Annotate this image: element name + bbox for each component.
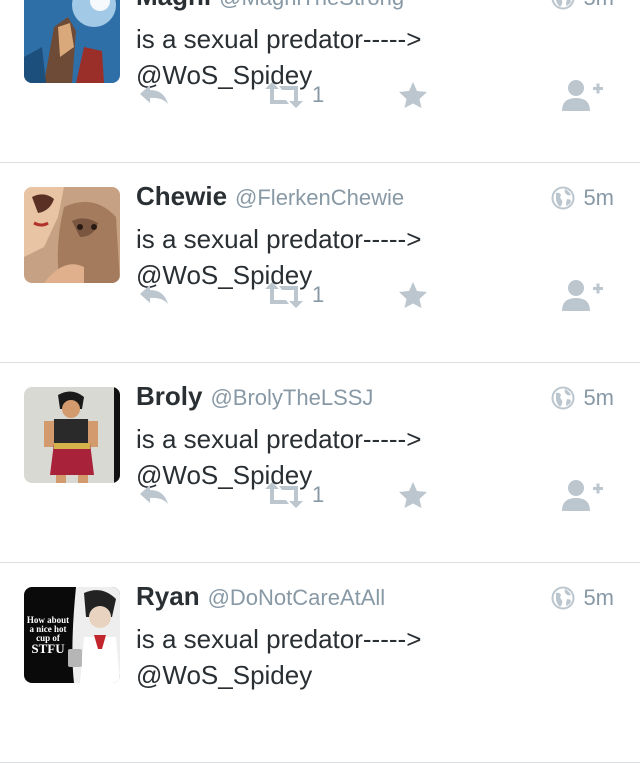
- display-name[interactable]: Chewie: [136, 181, 227, 211]
- follow-button[interactable]: [562, 273, 604, 317]
- tweet-text-line: is a sexual predator----->: [136, 24, 422, 54]
- favorite-star-icon: [399, 82, 427, 108]
- tweet-item[interactable]: Magni @MagniTheStrong 5m is a sexual pred…: [0, 0, 640, 163]
- reply-icon: [140, 85, 168, 104]
- retweet-button[interactable]: 1: [264, 473, 324, 517]
- tweet-text-line: is a sexual predator----->: [136, 424, 422, 454]
- tweet-header: Chewie @FlerkenChewie: [136, 181, 404, 212]
- tweet-actions: 1: [0, 473, 640, 517]
- retweet-count: 1: [312, 482, 325, 507]
- retweet-count: 1: [312, 82, 325, 107]
- follow-button[interactable]: [562, 73, 604, 117]
- favorite-button[interactable]: [398, 473, 428, 517]
- reply-button[interactable]: [138, 73, 170, 117]
- globe-icon: [552, 0, 575, 10]
- reply-button[interactable]: [138, 273, 170, 317]
- user-handle[interactable]: @MagniTheStrong: [219, 0, 404, 10]
- tweet-item[interactable]: Broly @BrolyTheLSSJ 5m is a sexual predat…: [0, 363, 640, 563]
- globe-icon: [551, 386, 575, 410]
- user-handle[interactable]: @DoNotCareAtAll: [208, 585, 386, 610]
- display-name[interactable]: Magni: [136, 0, 211, 11]
- tweet-item[interactable]: Chewie @FlerkenChewie 5m is a sexual pred…: [0, 163, 640, 363]
- user-handle[interactable]: @BrolyTheLSSJ: [210, 385, 373, 410]
- favorite-star-icon: [399, 282, 427, 308]
- favorite-button[interactable]: [398, 73, 428, 117]
- tweet-actions: 1: [0, 273, 640, 317]
- tweet-header: Ryan @DoNotCareAtAll: [136, 581, 385, 612]
- avatar-caption: STFU: [31, 641, 65, 656]
- timeline-feed: Magni @MagniTheStrong 5m is a sexual pred…: [0, 0, 640, 763]
- display-name[interactable]: Broly: [136, 381, 202, 411]
- retweet-icon: [265, 82, 303, 108]
- retweet-button[interactable]: 1: [264, 273, 324, 317]
- follow-user-icon: [562, 280, 603, 311]
- timestamp[interactable]: 5m: [583, 0, 614, 11]
- globe-icon: [551, 186, 575, 210]
- timestamp[interactable]: 5m: [583, 585, 614, 611]
- avatar[interactable]: How about a nice hot cup of STFU: [24, 587, 120, 683]
- retweet-button[interactable]: 1: [264, 73, 324, 117]
- reply-icon: [140, 285, 168, 304]
- timestamp[interactable]: 5m: [583, 185, 614, 211]
- tweet-meta: 5m: [551, 0, 614, 11]
- user-handle[interactable]: @FlerkenChewie: [235, 185, 404, 210]
- tweet-meta: 5m: [551, 585, 614, 611]
- avatar[interactable]: [24, 187, 120, 283]
- follow-button[interactable]: [562, 473, 604, 517]
- tweet-meta: 5m: [551, 385, 614, 411]
- tweet-item[interactable]: How about a nice hot cup of STFU Ryan @Do…: [0, 563, 640, 763]
- mention-link[interactable]: @WoS_Spidey: [136, 657, 606, 693]
- reply-icon: [140, 485, 168, 504]
- tweet-text-line: is a sexual predator----->: [136, 224, 422, 254]
- tweet-text: is a sexual predator-----> @WoS_Spidey: [136, 621, 606, 693]
- retweet-count: 1: [312, 282, 325, 307]
- globe-icon: [551, 586, 575, 610]
- reply-button[interactable]: [138, 473, 170, 517]
- tweet-header: Magni @MagniTheStrong: [136, 0, 404, 12]
- favorite-button[interactable]: [398, 273, 428, 317]
- tweet-actions: 1: [0, 73, 640, 117]
- favorite-star-icon: [399, 482, 427, 508]
- follow-user-icon: [562, 80, 603, 111]
- avatar[interactable]: [24, 387, 120, 483]
- avatar[interactable]: [24, 0, 120, 83]
- display-name[interactable]: Ryan: [136, 581, 200, 611]
- retweet-icon: [265, 282, 303, 308]
- follow-user-icon: [562, 480, 603, 511]
- timestamp[interactable]: 5m: [583, 385, 614, 411]
- retweet-icon: [265, 482, 303, 508]
- tweet-header: Broly @BrolyTheLSSJ: [136, 381, 373, 412]
- tweet-text-line: is a sexual predator----->: [136, 624, 422, 654]
- tweet-meta: 5m: [551, 185, 614, 211]
